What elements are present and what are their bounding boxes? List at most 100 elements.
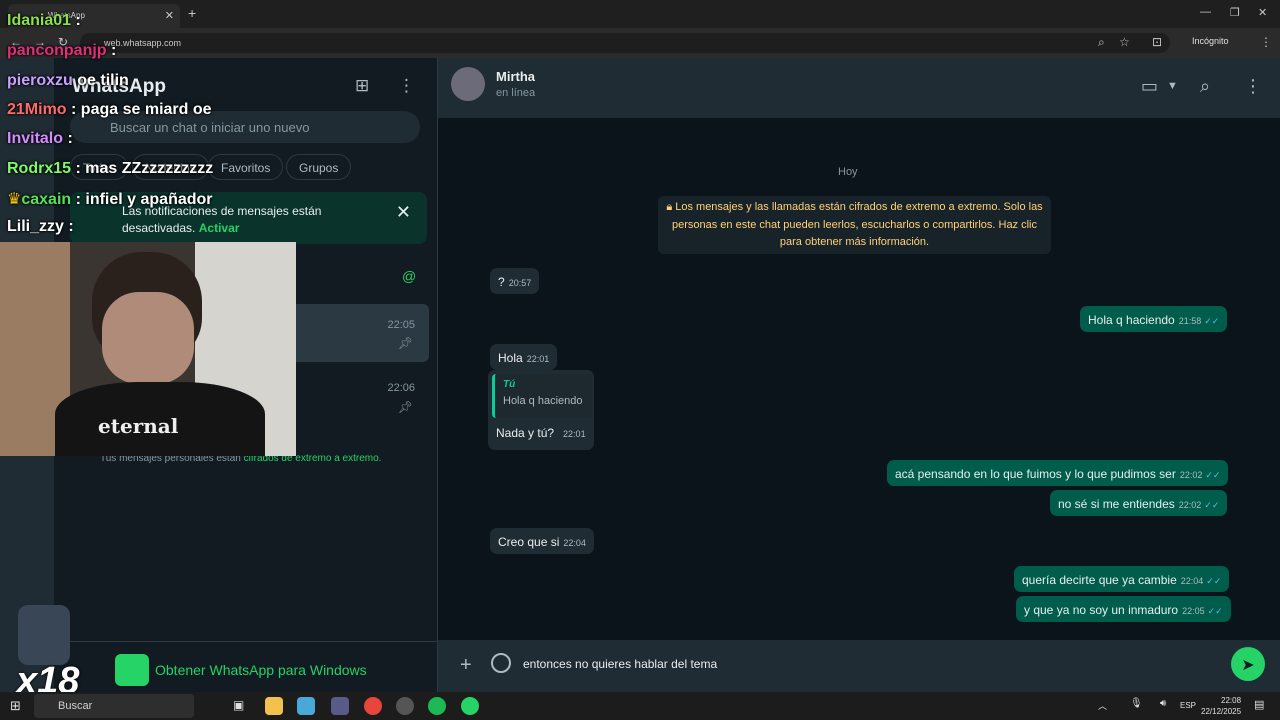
overlay-username: panconpanjp <box>7 42 107 59</box>
get-app-banner[interactable]: Obtener WhatsApp para Windows <box>54 641 438 692</box>
menu-icon[interactable]: ⋮ <box>398 76 415 96</box>
encryption-notice-text: Los mensajes y las llamadas están cifrad… <box>671 201 1043 248</box>
shirt-print: eternal <box>98 414 179 438</box>
attach-plus-icon[interactable]: + <box>460 654 472 677</box>
overlay-chat-line: pieroxzu oe tilin <box>7 72 129 90</box>
clock[interactable]: 22:08 22/12/2025 <box>1201 695 1241 717</box>
message-bubble-in[interactable]: Hola 22:01 <box>490 344 558 370</box>
message-text: Creo que si <box>498 535 560 549</box>
overlay-chat-line: 21Mimo : paga se miard oe <box>7 101 212 119</box>
zoom-icon[interactable]: ⌕ <box>1098 35 1105 50</box>
message-bubble-in[interactable]: Creo que si 22:04 <box>490 528 594 554</box>
notifications-icon[interactable]: ▤ <box>1254 698 1264 711</box>
lock-icon: 🔒︎ <box>666 201 673 213</box>
overlay-chat-line: ♛caxain : infiel y apañador <box>7 189 213 209</box>
message-bubble-out[interactable]: quería decirte que ya cambie 22:04 ✓✓ <box>1014 566 1230 592</box>
url-field[interactable]: web.whatsapp.com <box>80 33 1170 53</box>
get-app-label[interactable]: Obtener WhatsApp para Windows <box>155 662 367 678</box>
chat-time: 22:05 <box>387 319 415 331</box>
close-icon[interactable]: ✕ <box>396 202 411 223</box>
message-text: acá pensando en lo que fuimos y lo que p… <box>895 467 1176 481</box>
spotify-icon[interactable] <box>428 697 446 715</box>
message-text: Nada y tú? <box>496 426 555 440</box>
message-bubble-out[interactable]: y que ya no soy un inmaduro 22:05 ✓✓ <box>1016 596 1231 622</box>
send-icon: ➤ <box>1241 657 1255 674</box>
overlay-chat-line: panconpanjp : <box>7 42 116 60</box>
webcam-face <box>102 292 194 384</box>
overlay-chat-line: Invitalo : <box>7 130 73 148</box>
keyboard-language[interactable]: ESP <box>1180 701 1196 710</box>
message-time: 22:04 <box>1180 576 1204 586</box>
search-icon[interactable]: ⌕ <box>1200 76 1210 97</box>
overlay-username: pieroxzu <box>7 72 73 89</box>
browser-tabbar: WhatsApp ✕ + — ❐ ✕ <box>0 0 1280 28</box>
tray-chevron-icon[interactable]: ︿ <box>1098 699 1107 712</box>
message-bubble-in[interactable]: ? 20:57 <box>490 268 540 294</box>
chat-time: 22:06 <box>387 382 415 394</box>
message-text: ? <box>498 275 505 289</box>
read-receipt-icon: ✓✓ <box>1204 316 1220 326</box>
avatar[interactable] <box>451 67 485 101</box>
install-app-icon[interactable]: ⊡ <box>1152 35 1162 49</box>
emoji-icon[interactable] <box>491 653 511 673</box>
overlay-chat-line: Rodrx15 : mas ZZzzzzzzzzz <box>7 160 213 178</box>
message-bubble-out[interactable]: no sé si me entiendes 22:02 ✓✓ <box>1050 490 1228 516</box>
windows-start-icon[interactable]: ⊞ <box>10 698 21 714</box>
minimize-icon[interactable]: — <box>1200 6 1211 18</box>
chrome-icon[interactable] <box>364 697 382 715</box>
overlay-username: Lili_zzy <box>7 218 64 235</box>
message-input[interactable]: entonces no quieres hablar del tema <box>523 657 717 671</box>
overlay-message: : infiel y apañador <box>75 191 213 208</box>
whatsapp-taskbar-icon[interactable] <box>461 697 479 715</box>
menu-icon[interactable]: ⋮ <box>1244 76 1262 97</box>
overlay-message: : <box>75 12 81 29</box>
contact-status: en línea <box>496 87 536 99</box>
browser-menu-icon[interactable]: ⋮ <box>1260 35 1272 49</box>
app-icon[interactable] <box>331 697 349 715</box>
conversation-panel: Mirtha en línea ▭ ▼ ⌕ ⋮ Hoy 🔒︎ Los mensa… <box>438 58 1280 692</box>
read-receipt-icon: ✓✓ <box>1205 470 1221 480</box>
crown-icon: ♛ <box>7 191 22 208</box>
message-bubble-out[interactable]: acá pensando en lo que fuimos y lo que p… <box>887 460 1229 486</box>
microphone-icon[interactable]: 🎙︎ <box>1130 698 1143 709</box>
chat-header[interactable]: Mirtha en línea ▭ ▼ ⌕ ⋮ <box>438 58 1280 118</box>
filter-chip-favorites[interactable]: Favoritos <box>208 154 284 180</box>
search-placeholder: Buscar un chat o iniciar uno nuevo <box>110 120 310 135</box>
overlay-message: : mas ZZzzzzzzzzz <box>75 160 214 177</box>
incognito-label[interactable]: Incógnito <box>1192 36 1229 46</box>
new-tab-icon[interactable]: + <box>188 5 196 21</box>
task-view-icon[interactable]: ▣ <box>233 698 244 712</box>
clock-time: 22:08 <box>1221 696 1242 705</box>
message-time: 22:02 <box>1178 500 1202 510</box>
overlay-username: Invitalo <box>7 130 64 147</box>
video-call-icon[interactable]: ▭ <box>1141 76 1158 97</box>
pin-icon: 📌︎ <box>397 400 413 414</box>
obs-icon[interactable] <box>396 697 414 715</box>
message-text: Hola <box>498 351 523 365</box>
notification-activate-link[interactable]: Activar <box>199 221 240 235</box>
volume-icon[interactable]: 🔊︎ <box>1160 698 1166 709</box>
restore-icon[interactable]: ❐ <box>1230 6 1240 19</box>
overlay-message: : paga se miard oe <box>71 101 212 118</box>
new-chat-icon[interactable]: ⊞ <box>355 76 369 96</box>
taskbar-search[interactable]: Buscar <box>34 694 194 718</box>
send-button[interactable]: ➤ <box>1231 647 1265 681</box>
filter-chip-groups[interactable]: Grupos <box>286 154 352 180</box>
message-time: 22:05 <box>1182 606 1205 616</box>
contact-name[interactable]: Mirtha <box>496 69 535 84</box>
tab-close-icon[interactable]: ✕ <box>165 9 174 22</box>
bookmark-star-icon[interactable]: ☆ <box>1119 35 1130 49</box>
quoted-reply[interactable]: Tú Hola q haciendo <box>492 374 592 418</box>
close-window-icon[interactable]: ✕ <box>1258 6 1267 19</box>
encryption-notice[interactable]: 🔒︎ Los mensajes y las llamadas están cif… <box>658 196 1051 254</box>
message-composer: + entonces no quieres hablar del tema ➤ <box>438 640 1280 692</box>
file-explorer-icon[interactable] <box>265 697 283 715</box>
message-bubble-out[interactable]: Hola q haciendo 21:58 ✓✓ <box>1080 306 1228 332</box>
whatsapp-logo-icon <box>115 654 149 686</box>
read-receipt-icon: ✓✓ <box>1204 500 1220 510</box>
overlay-username: Rodrx15 <box>7 160 72 177</box>
notes-app-icon[interactable] <box>297 697 315 715</box>
chevron-down-icon[interactable]: ▼ <box>1167 80 1178 92</box>
mention-icon: @ <box>402 268 417 284</box>
message-text: y que ya no soy un inmaduro <box>1024 603 1179 617</box>
